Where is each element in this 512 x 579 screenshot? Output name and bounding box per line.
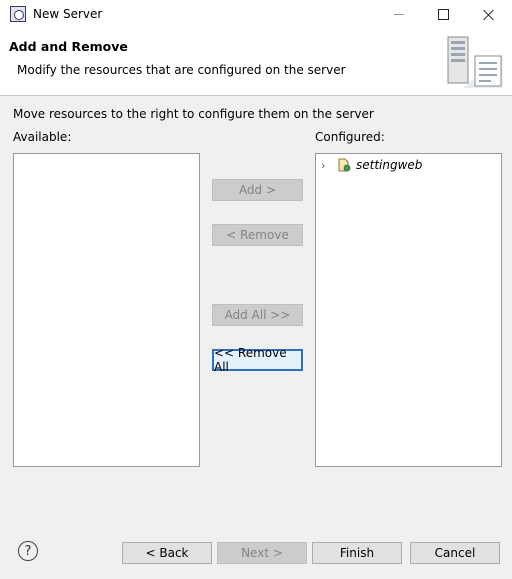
page-description: Modify the resources that are configured… [17,63,346,77]
window-title: New Server [33,7,103,21]
remove-all-button[interactable]: << Remove All [212,346,303,374]
minimize-icon [394,14,404,15]
server-wizard-banner-icon [443,34,503,88]
available-label: Available: [13,130,72,144]
finish-button[interactable]: Finish [312,542,402,564]
tree-item-settingweb[interactable]: › settingweb [321,156,422,174]
close-icon [483,9,495,21]
page-title: Add and Remove [9,39,128,54]
chevron-right-icon[interactable]: › [321,159,331,172]
back-button[interactable]: < Back [122,542,212,564]
next-button[interactable]: Next > [217,542,307,564]
tree-item-label: settingweb [356,158,423,172]
cancel-button[interactable]: Cancel [410,542,500,564]
close-button[interactable] [466,0,512,29]
add-all-button[interactable]: Add All >> [212,304,303,326]
add-button[interactable]: Add > [212,179,303,201]
minimize-button[interactable] [376,0,422,29]
maximize-button[interactable] [420,0,466,29]
eclipse-app-icon [10,6,26,22]
window-titlebar: New Server [0,0,512,29]
content-description: Move resources to the right to configure… [13,107,374,121]
configured-list[interactable]: › settingweb [315,153,502,467]
configured-label: Configured: [315,130,385,144]
help-icon[interactable]: ? [18,541,38,561]
maximize-icon [437,9,449,20]
wizard-header: Add and Remove Modify the resources that… [0,29,512,96]
available-list[interactable] [13,153,200,467]
remove-button[interactable]: < Remove [212,224,303,246]
web-project-icon [338,158,351,172]
